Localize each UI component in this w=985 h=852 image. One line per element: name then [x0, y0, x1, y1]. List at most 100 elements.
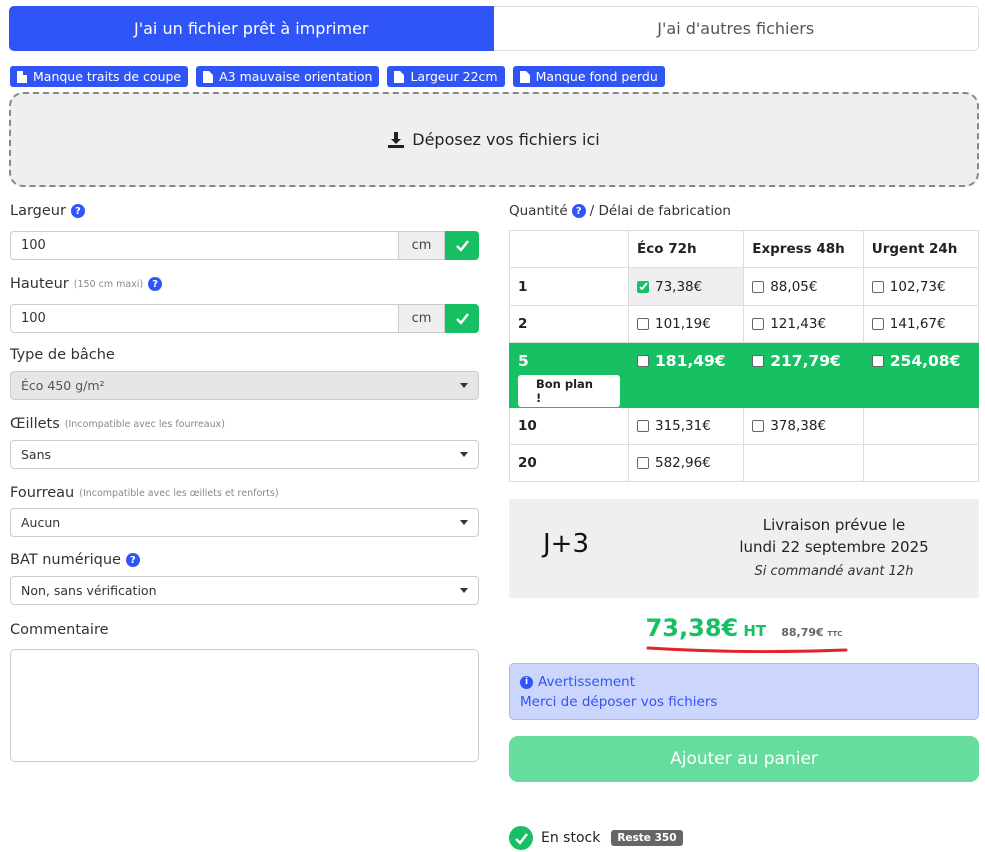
checkbox[interactable] — [871, 355, 884, 367]
height-label: Hauteur (150 cm maxi) ? — [10, 276, 163, 292]
price-ttc: 88,79€ TTC — [781, 626, 843, 639]
price-option[interactable]: 102,73€ — [871, 279, 970, 295]
row-qty: 10 — [509, 407, 629, 445]
quantity-label: Quantité ? / Délai de fabrication — [509, 203, 731, 219]
info-icon: i — [520, 675, 533, 689]
chevron-down-icon — [460, 383, 468, 388]
price-option[interactable]: 254,08€ — [871, 352, 970, 370]
col-express: Express 48h — [743, 230, 864, 268]
width-input[interactable] — [10, 231, 399, 260]
check-icon — [638, 282, 648, 291]
stock-status: En stock Reste 350 — [509, 826, 683, 850]
row-qty: 1 — [509, 267, 629, 306]
width-confirm-button[interactable] — [445, 231, 479, 260]
price-table-header: Éco 72h Express 48h Urgent 24h — [509, 230, 980, 268]
checkbox[interactable] — [637, 318, 649, 330]
eyelets-label: Œillets (Incompatible avec les fourreaux… — [10, 416, 225, 432]
tarp-type-label: Type de bâche — [10, 347, 115, 363]
price-table: Éco 72h Express 48h Urgent 24h 1 73,38€ … — [509, 230, 980, 482]
chip-width-22cm[interactable]: Largeur 22cm — [387, 66, 505, 87]
stock-remaining-badge: Reste 350 — [611, 830, 683, 846]
help-icon[interactable]: ? — [571, 204, 586, 218]
tarp-type-select[interactable]: Éco 450 g/m² — [10, 371, 479, 400]
delivery-date: lundi 22 septembre 2025 — [739, 538, 929, 556]
total-price: 73,38€ HT 88,79€ TTC — [645, 614, 843, 642]
chip-a3-wrong-orientation[interactable]: A3 mauvaise orientation — [196, 66, 380, 87]
table-row-best-deal: 5 Bon plan ! 181,49€ 217,79€ 254,08€ — [509, 342, 980, 408]
chip-missing-crop-marks[interactable]: Manque traits de coupe — [10, 66, 189, 87]
price-option[interactable]: 582,96€ — [637, 455, 735, 471]
file-dropzone[interactable]: Déposez vos fichiers ici — [9, 92, 979, 187]
row-qty: 2 — [509, 305, 629, 343]
checkbox[interactable] — [637, 420, 649, 432]
delivery-note: Si commandé avant 12h — [754, 564, 914, 579]
chevron-down-icon — [460, 520, 468, 525]
comment-label: Commentaire — [10, 622, 109, 638]
checkbox[interactable] — [752, 420, 765, 432]
check-icon — [455, 313, 469, 325]
table-row: 1 73,38€ 88,05€ 102,73€ — [509, 267, 980, 306]
height-input[interactable] — [10, 304, 399, 333]
file-icon — [394, 70, 405, 83]
row-qty: 20 — [509, 444, 629, 482]
table-row: 2 101,19€ 121,43€ 141,67€ — [509, 305, 980, 343]
delivery-text: Livraison prévue le lundi 22 septembre 2… — [689, 514, 979, 586]
price-option[interactable]: 217,79€ — [752, 352, 855, 370]
check-icon — [455, 240, 469, 252]
table-row: 20 582,96€ — [509, 444, 980, 482]
checkbox[interactable] — [752, 318, 765, 330]
best-deal-badge: Bon plan ! — [518, 375, 620, 407]
red-underline-annotation — [646, 646, 848, 653]
price-option[interactable]: 315,31€ — [637, 418, 735, 434]
col-urgent: Urgent 24h — [862, 230, 980, 268]
tab-ready-file[interactable]: J'ai un fichier prêt à imprimer — [9, 6, 494, 51]
file-icon — [203, 70, 214, 83]
help-icon[interactable]: ? — [70, 204, 85, 218]
chevron-down-icon — [460, 452, 468, 457]
file-icon — [519, 70, 530, 83]
checkbox[interactable] — [871, 318, 884, 330]
comment-textarea[interactable] — [10, 649, 479, 762]
delivery-box: J+3 Livraison prévue le lundi 22 septemb… — [509, 499, 979, 598]
eyelets-select[interactable]: Sans — [10, 440, 479, 469]
delivery-days: J+3 — [543, 529, 589, 559]
checkbox[interactable] — [637, 457, 649, 469]
height-unit: cm — [399, 304, 445, 333]
checkbox[interactable] — [752, 280, 765, 293]
height-confirm-button[interactable] — [445, 304, 479, 333]
checkbox[interactable] — [752, 355, 765, 367]
price-ht: 73,38€ — [645, 614, 739, 642]
price-option[interactable]: 141,67€ — [871, 316, 970, 332]
download-icon — [388, 131, 405, 148]
col-eco: Éco 72h — [627, 230, 745, 268]
width-unit: cm — [399, 231, 445, 260]
sleeve-select[interactable]: Aucun — [10, 508, 479, 537]
checkbox[interactable] — [871, 280, 884, 293]
price-option[interactable]: 101,19€ — [637, 316, 735, 332]
bat-label: BAT numérique ? — [10, 552, 140, 568]
row-qty: 5 — [518, 352, 529, 370]
chevron-down-icon — [460, 588, 468, 593]
price-option[interactable]: 88,05€ — [752, 279, 855, 295]
price-option[interactable]: 378,38€ — [752, 418, 855, 434]
price-option[interactable]: 121,43€ — [752, 316, 855, 332]
add-to-cart-button[interactable]: Ajouter au panier — [509, 736, 979, 782]
file-icon — [17, 70, 27, 83]
width-label: Largeur ? — [10, 203, 85, 219]
checkbox[interactable] — [637, 355, 649, 367]
help-icon[interactable]: ? — [148, 277, 163, 291]
file-tabs: J'ai un fichier prêt à imprimer J'ai d'a… — [9, 6, 979, 51]
sleeve-label: Fourreau (Incompatible avec les œillets … — [10, 485, 279, 501]
bat-select[interactable]: Non, sans vérification — [10, 576, 479, 605]
help-icon[interactable]: ? — [125, 553, 140, 567]
table-row: 10 315,31€ 378,38€ — [509, 407, 980, 445]
checkbox[interactable] — [637, 280, 649, 293]
example-file-chips: Manque traits de coupe A3 mauvaise orien… — [10, 66, 665, 87]
chip-missing-bleed[interactable]: Manque fond perdu — [512, 66, 665, 87]
warning-message: Merci de déposer vos fichiers — [520, 694, 718, 710]
warning-alert: i Avertissement Merci de déposer vos fich… — [509, 663, 979, 720]
price-option[interactable]: 73,38€ — [637, 279, 735, 295]
tab-other-files[interactable]: J'ai d'autres fichiers — [493, 6, 979, 51]
check-circle-icon — [509, 826, 533, 850]
price-option[interactable]: 181,49€ — [637, 352, 735, 370]
